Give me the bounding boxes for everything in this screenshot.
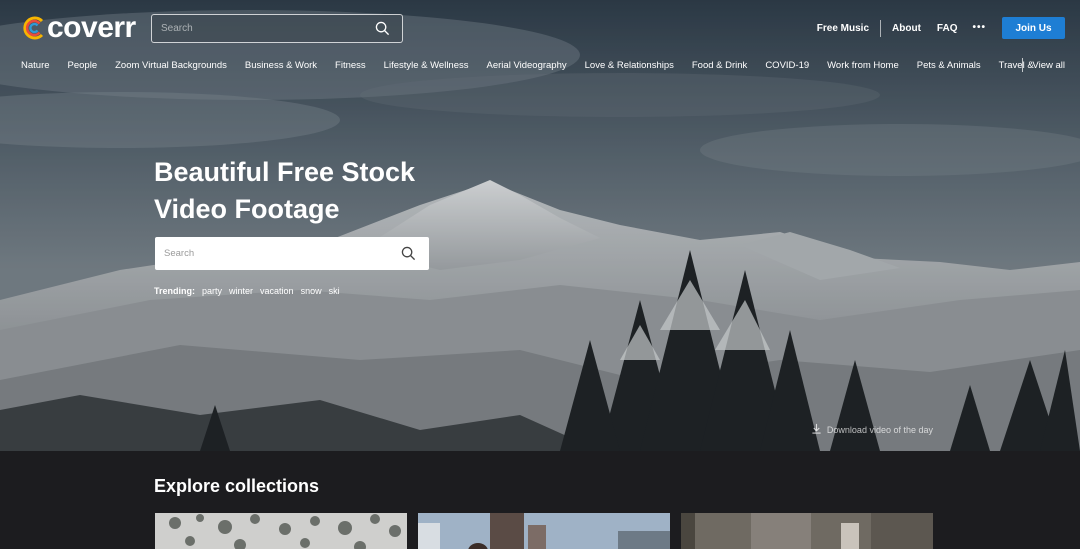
join-us-button[interactable]: Join Us bbox=[1002, 17, 1065, 39]
category-item[interactable]: Business & Work bbox=[245, 60, 317, 71]
category-item[interactable]: Food & Drink bbox=[692, 60, 747, 71]
section-title: Explore collections bbox=[154, 476, 320, 496]
category-item[interactable]: Pets & Animals bbox=[917, 60, 981, 71]
logo-mark-icon bbox=[23, 16, 44, 40]
header-links: Free Music About FAQ ••• Join Us bbox=[817, 17, 1065, 39]
view-all-wrap: View all bbox=[1022, 56, 1065, 74]
trending-tag[interactable]: snow bbox=[301, 286, 322, 296]
collection-thumbnail bbox=[155, 513, 407, 549]
hero-title-line-1: Beautiful Free Stock bbox=[154, 157, 416, 187]
header-search-box[interactable] bbox=[151, 14, 403, 43]
trending-tag[interactable]: vacation bbox=[260, 286, 294, 296]
collection-thumbnail bbox=[681, 513, 933, 549]
logo-text: coverr bbox=[47, 11, 136, 44]
explore-collections-section: Explore collections bbox=[0, 451, 1080, 549]
search-icon[interactable] bbox=[401, 246, 416, 266]
category-item[interactable]: Fitness bbox=[335, 60, 366, 71]
download-icon bbox=[811, 423, 822, 436]
more-dots-icon[interactable]: ••• bbox=[972, 23, 986, 33]
header-divider bbox=[880, 19, 882, 37]
trending-tag[interactable]: ski bbox=[329, 286, 340, 296]
search-icon[interactable] bbox=[375, 21, 390, 41]
hero-search-input[interactable] bbox=[164, 248, 384, 259]
trending-tag[interactable]: winter bbox=[229, 286, 253, 296]
view-all-link[interactable]: View all bbox=[1032, 60, 1065, 71]
category-item[interactable]: Lifestyle & Wellness bbox=[384, 60, 469, 71]
download-video-label: Download video of the day bbox=[826, 424, 933, 435]
category-item[interactable]: Aerial Videography bbox=[487, 60, 567, 71]
download-video-of-day[interactable]: Download video of the day bbox=[811, 423, 933, 436]
hero-title: Beautiful Free Stock Video Footage bbox=[154, 154, 474, 228]
view-all-divider bbox=[1022, 58, 1024, 72]
category-item[interactable]: Work from Home bbox=[827, 60, 899, 71]
collection-card[interactable] bbox=[155, 513, 407, 549]
category-item[interactable]: Nature bbox=[21, 60, 50, 71]
category-item[interactable]: COVID-19 bbox=[765, 60, 809, 71]
hero-title-line-2: Video Footage bbox=[154, 194, 340, 224]
coverr-logo[interactable]: coverr bbox=[22, 13, 136, 43]
faq-link[interactable]: FAQ bbox=[937, 23, 958, 34]
hero-video-section: coverr Free Music About FAQ ••• Join Us … bbox=[0, 0, 1080, 451]
free-music-link[interactable]: Free Music bbox=[817, 23, 869, 34]
collection-thumbnail bbox=[418, 513, 670, 549]
trending-tags: Trending: party winter vacation snow ski bbox=[154, 286, 347, 296]
category-item[interactable]: Love & Relationships bbox=[585, 60, 674, 71]
category-item[interactable]: Zoom Virtual Backgrounds bbox=[115, 60, 227, 71]
header-search-input[interactable] bbox=[161, 23, 361, 34]
trending-label: Trending: bbox=[154, 286, 195, 296]
category-item[interactable]: People bbox=[68, 60, 98, 71]
collection-card[interactable] bbox=[418, 513, 670, 549]
trending-tag[interactable]: party bbox=[202, 286, 222, 296]
category-nav: Nature People Zoom Virtual Backgrounds B… bbox=[21, 58, 1080, 72]
collection-card[interactable] bbox=[681, 513, 933, 549]
about-link[interactable]: About bbox=[892, 23, 921, 34]
hero-search-box[interactable] bbox=[155, 237, 429, 270]
